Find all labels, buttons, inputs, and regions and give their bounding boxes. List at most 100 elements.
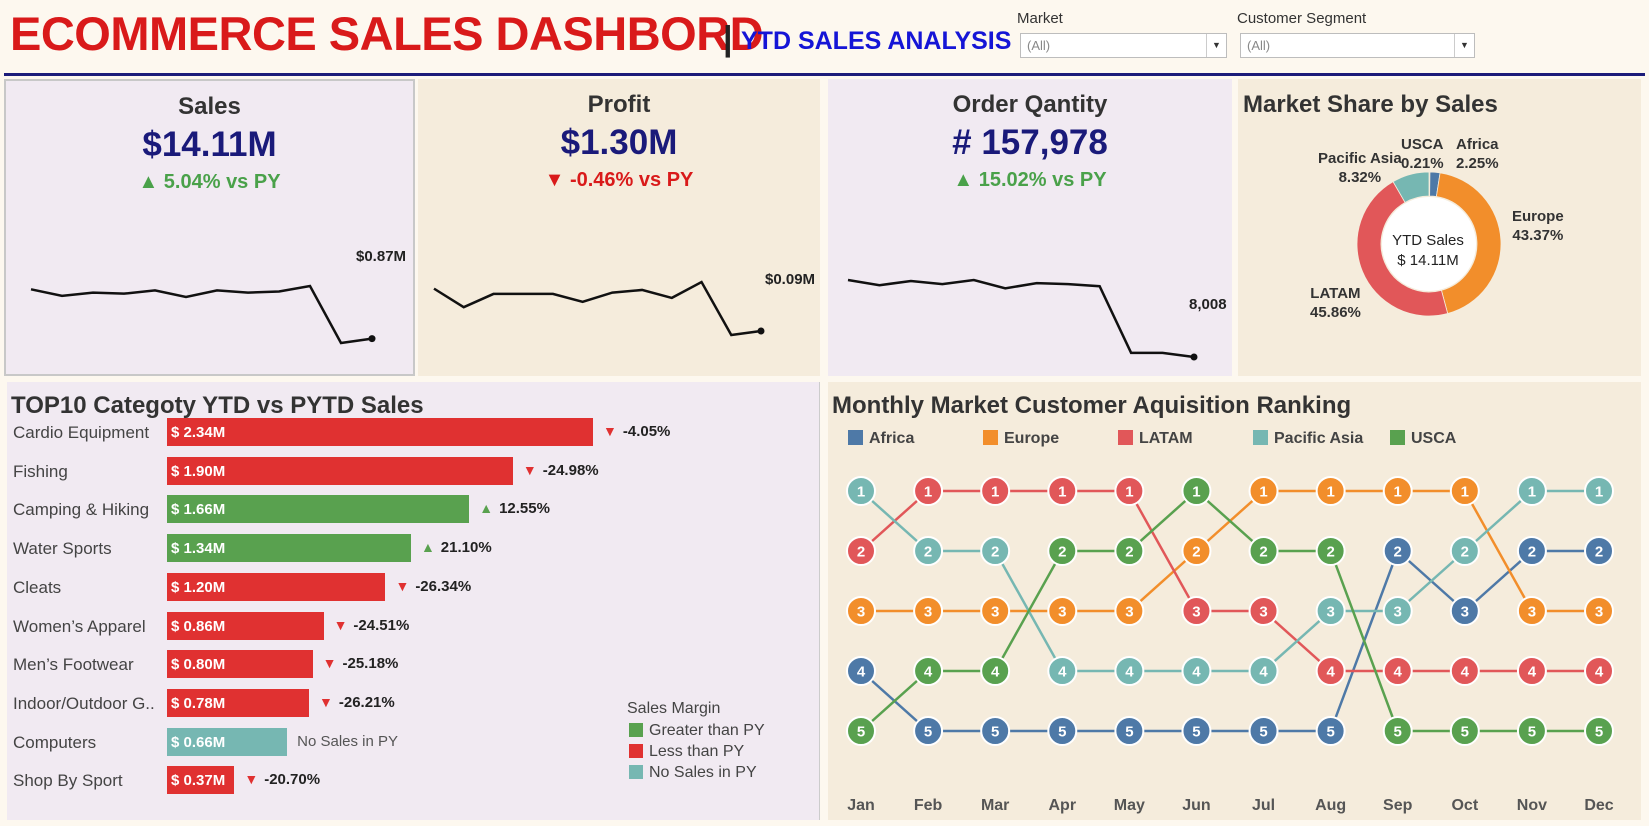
rank-marker[interactable]: 4 <box>1584 656 1614 686</box>
rank-marker[interactable]: 2 <box>1449 536 1480 566</box>
rank-marker[interactable]: 5 <box>1516 716 1547 746</box>
rank-marker[interactable]: 3 <box>1449 596 1480 626</box>
rank-marker-label: 3 <box>1394 604 1402 621</box>
category-bar[interactable]: $ 0.66M <box>167 727 288 756</box>
rank-marker[interactable]: 1 <box>1114 476 1145 506</box>
market-share-donut[interactable] <box>1238 79 1641 376</box>
rank-marker[interactable]: 3 <box>1584 596 1614 626</box>
rank-marker[interactable]: 1 <box>1315 476 1346 506</box>
category-row[interactable]: Men’s Footwear $ 0.80M ▼ -25.18% <box>7 648 820 679</box>
rank-marker[interactable]: 5 <box>1449 716 1480 746</box>
rank-marker[interactable]: 1 <box>1382 476 1413 506</box>
sales-sparkline <box>30 284 376 345</box>
legend-item-africa[interactable]: Africa <box>848 430 914 448</box>
legend-label: Pacific Asia <box>1274 430 1364 447</box>
rank-marker[interactable]: 4 <box>913 656 944 686</box>
category-row[interactable]: Cleats $ 1.20M ▼ -26.34% <box>7 571 820 601</box>
rank-marker[interactable]: 1 <box>913 476 944 506</box>
rank-marker[interactable]: 2 <box>1584 536 1614 566</box>
customer-segment-select[interactable]: (All) ▼ <box>1240 33 1475 58</box>
category-bar[interactable]: $ 1.34M <box>167 534 411 563</box>
rank-marker[interactable]: 5 <box>980 716 1011 746</box>
rank-marker[interactable]: 5 <box>1315 716 1346 746</box>
category-row[interactable]: Women’s Apparel $ 0.86M ▼ -24.51% <box>7 610 820 640</box>
category-row[interactable]: Indoor/Outdoor G.. $ 0.78M ▼ -26.21% <box>7 687 820 717</box>
order-quantity-kpi-card[interactable]: Order Qantity # 157,978 ▲ 15.02% vs PY 8… <box>828 79 1232 376</box>
rank-marker[interactable]: 3 <box>1248 596 1279 626</box>
chevron-down-icon[interactable]: ▼ <box>1454 34 1474 57</box>
category-bar[interactable]: $ 0.80M <box>167 650 313 679</box>
rank-marker[interactable]: 2 <box>1181 536 1212 566</box>
rank-marker[interactable]: 4 <box>1181 656 1212 686</box>
bar-value-label: $ 1.20M <box>171 578 226 596</box>
legend-item-usca[interactable]: USCA <box>1390 430 1456 448</box>
category-bar[interactable]: $ 1.66M <box>167 495 470 524</box>
rank-marker[interactable]: 1 <box>1248 476 1279 506</box>
rank-marker[interactable]: 4 <box>1382 656 1413 686</box>
rank-marker[interactable]: 5 <box>1584 716 1614 746</box>
category-row[interactable]: Cardio Equipment $ 2.34M ▼ -4.05% <box>7 416 820 446</box>
legend-item-latam[interactable]: LATAM <box>1118 430 1193 448</box>
rank-marker[interactable]: 5 <box>1047 716 1078 746</box>
rank-marker[interactable]: 1 <box>1584 476 1614 506</box>
rank-marker[interactable]: 5 <box>1248 716 1279 746</box>
rank-marker[interactable]: 3 <box>1181 596 1212 626</box>
rank-marker[interactable]: 3 <box>1382 596 1413 626</box>
rank-marker[interactable]: 1 <box>846 476 876 506</box>
rank-marker[interactable]: 2 <box>846 536 876 566</box>
legend-item-pacific-asia[interactable]: Pacific Asia <box>1253 430 1363 448</box>
ranking-bump-chart[interactable]: 4 5 5 5 5 5 5 5 2 3 2 2 3 3 3 3 3 2 1 1 1 1 3 3 2 1 1 1 1 3 3 4 4 4 4 4 1 2 2 4… <box>828 382 1641 820</box>
rank-marker[interactable]: 4 <box>980 656 1011 686</box>
rank-marker[interactable]: 5 <box>1382 716 1413 746</box>
category-bar[interactable]: $ 2.34M <box>167 418 593 446</box>
rank-marker[interactable]: 4 <box>1449 656 1480 686</box>
rank-marker-label: 1 <box>1394 484 1402 501</box>
category-row[interactable]: Fishing $ 1.90M ▼ -24.98% <box>7 455 820 485</box>
market-select[interactable]: (All) ▼ <box>1020 33 1227 58</box>
rank-marker[interactable]: 3 <box>846 596 876 626</box>
rank-marker[interactable]: 1 <box>1047 476 1078 506</box>
rank-marker[interactable]: 5 <box>913 716 944 746</box>
rank-marker[interactable]: 3 <box>1047 596 1078 626</box>
rank-marker[interactable]: 2 <box>1047 536 1078 566</box>
rank-marker[interactable]: 4 <box>846 656 876 686</box>
rank-marker[interactable]: 5 <box>846 716 876 746</box>
rank-marker[interactable]: 1 <box>1181 476 1212 506</box>
rank-marker[interactable]: 2 <box>1516 536 1547 566</box>
rank-marker[interactable]: 4 <box>1047 656 1078 686</box>
rank-marker[interactable]: 3 <box>980 596 1011 626</box>
category-row[interactable]: Shop By Sport $ 0.37M ▼ -20.70% <box>7 764 820 795</box>
rank-marker[interactable]: 4 <box>1315 656 1346 686</box>
rank-marker[interactable]: 3 <box>913 596 944 626</box>
rank-marker[interactable]: 2 <box>1114 536 1145 566</box>
rank-marker[interactable]: 3 <box>1114 596 1145 626</box>
rank-marker[interactable]: 1 <box>980 476 1011 506</box>
category-row[interactable]: Computers $ 0.66M No Sales in PY <box>7 726 820 756</box>
rank-marker[interactable]: 4 <box>1114 656 1145 686</box>
category-bar[interactable]: $ 0.86M <box>167 611 324 640</box>
profit-kpi-card[interactable]: Profit $1.30M ▼ -0.46% vs PY $0.09M <box>418 79 820 376</box>
rank-marker[interactable]: 2 <box>980 536 1011 566</box>
category-bar[interactable]: $ 0.37M <box>167 766 235 795</box>
rank-marker[interactable]: 2 <box>1382 536 1413 566</box>
rank-marker[interactable]: 2 <box>1315 536 1346 566</box>
rank-marker[interactable]: 5 <box>1114 716 1145 746</box>
legend-item-europe[interactable]: Europe <box>983 430 1059 448</box>
chevron-down-icon[interactable]: ▼ <box>1206 34 1226 57</box>
sales-kpi-card[interactable]: Sales $14.11M ▲ 5.04% vs PY $0.87M <box>4 79 415 376</box>
rank-marker[interactable]: 2 <box>1248 536 1279 566</box>
slice-percent: 2.25% <box>1456 155 1499 172</box>
rank-marker[interactable]: 1 <box>1449 476 1480 506</box>
rank-marker[interactable]: 5 <box>1181 716 1212 746</box>
rank-marker[interactable]: 3 <box>1315 596 1346 626</box>
category-row[interactable]: Water Sports $ 1.34M ▲ 21.10% <box>7 532 820 563</box>
rank-marker[interactable]: 4 <box>1516 656 1547 686</box>
rank-marker[interactable]: 4 <box>1248 656 1279 686</box>
rank-marker[interactable]: 1 <box>1516 476 1547 506</box>
rank-marker[interactable]: 2 <box>913 536 944 566</box>
category-row[interactable]: Camping & Hiking $ 1.66M ▲ 12.55% <box>7 493 820 524</box>
category-bar[interactable]: $ 0.78M <box>167 688 309 717</box>
category-bar[interactable]: $ 1.90M <box>167 456 513 485</box>
rank-marker[interactable]: 3 <box>1516 596 1547 626</box>
category-bar[interactable]: $ 1.20M <box>167 572 386 601</box>
